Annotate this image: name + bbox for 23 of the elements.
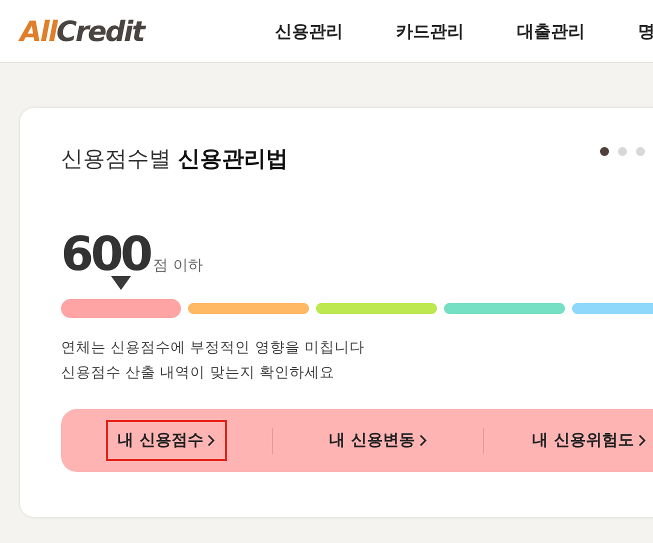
note-text: 신용점수 산출 내역이 맞는지 확인하세요 xyxy=(61,364,336,383)
chevron-right-icon xyxy=(418,434,427,447)
score-range-segment[interactable] xyxy=(188,303,309,314)
score-value: 600 xyxy=(61,230,150,280)
chevron-right-icon xyxy=(207,434,216,447)
logo[interactable]: AllCredit xyxy=(20,14,275,48)
score-unit: 점 이하 xyxy=(153,256,203,275)
nav-link[interactable]: 명 xyxy=(638,20,653,42)
pointer-icon xyxy=(111,276,131,290)
nav-link[interactable]: 신용관리 xyxy=(275,20,343,42)
card-title: 신용점수별 신용관리법 xyxy=(61,146,288,174)
chevron-right-icon xyxy=(638,434,646,447)
pager-dot[interactable] xyxy=(618,147,627,156)
pager-dot[interactable] xyxy=(636,147,645,156)
score-range-segment[interactable] xyxy=(444,303,565,314)
credit-link[interactable]: 내 신용점수 xyxy=(106,420,228,461)
credit-link[interactable]: 내 신용변동 xyxy=(317,420,439,461)
note-text: 연체는 신용점수에 부정적인 영향을 미칩니다 xyxy=(61,339,366,358)
pager-dot[interactable] xyxy=(600,147,609,156)
score-range-segment[interactable] xyxy=(316,303,437,314)
nav-link[interactable]: 카드관리 xyxy=(396,20,464,42)
nav-link[interactable]: 대출관리 xyxy=(517,20,585,42)
credit-link[interactable]: 내 신용위험도 xyxy=(520,420,653,461)
